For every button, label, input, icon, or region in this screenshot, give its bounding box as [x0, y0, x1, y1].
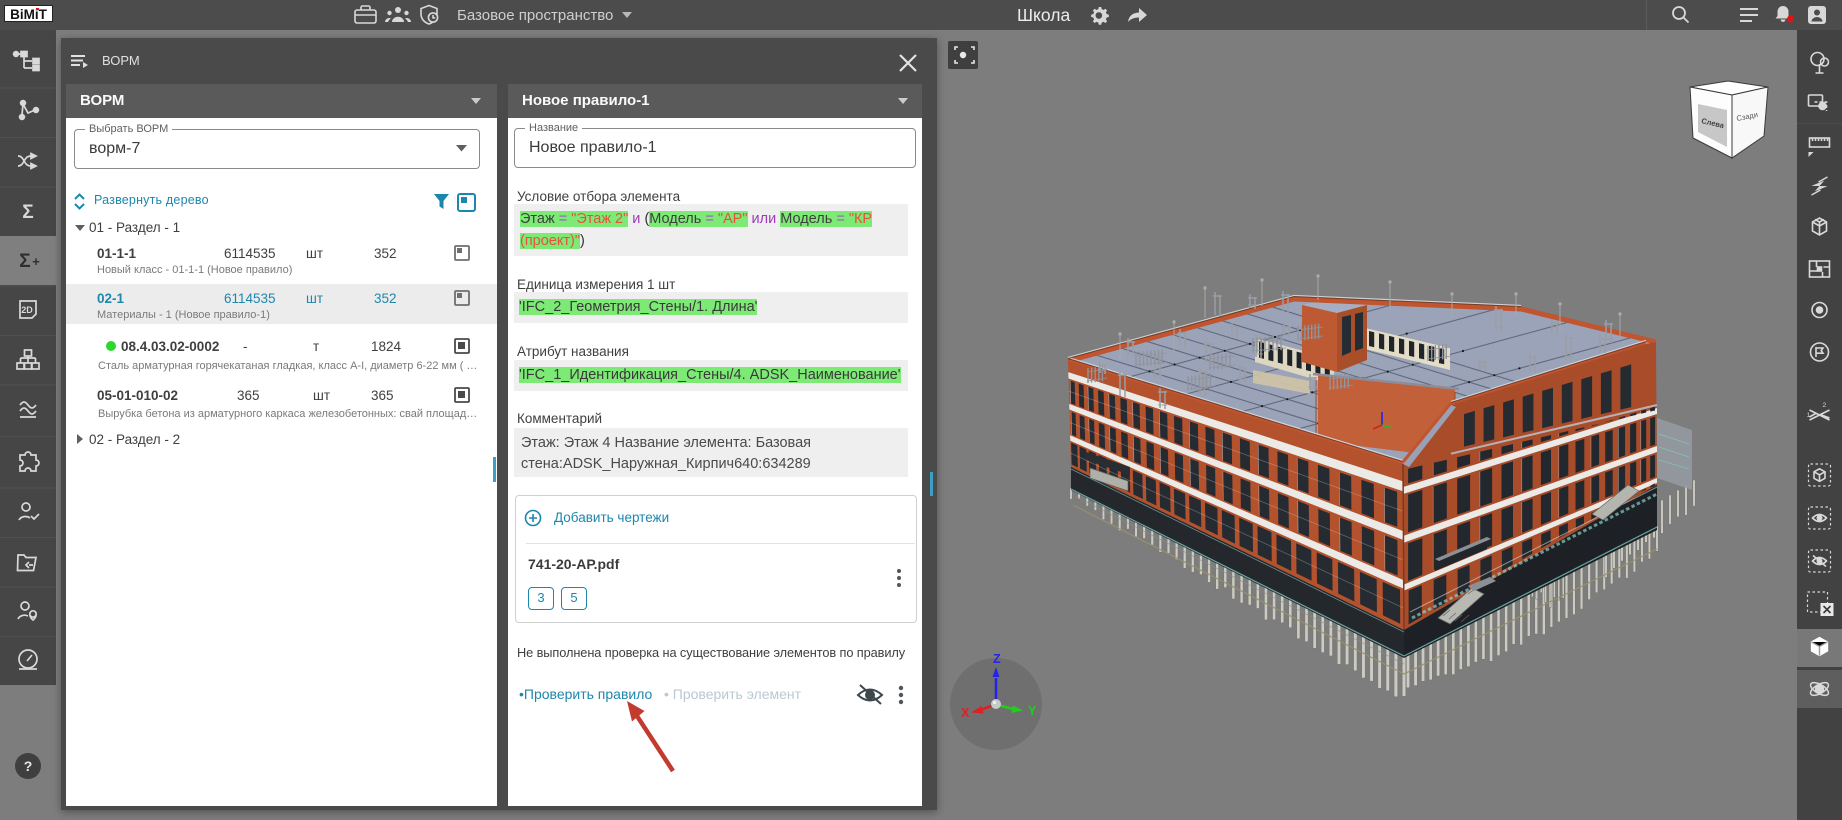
svg-text:1: 1	[1807, 412, 1811, 419]
svg-text:2D: 2D	[21, 305, 33, 315]
svg-text:Y: Y	[1028, 704, 1037, 718]
svg-text:X: X	[961, 706, 970, 720]
svg-text:2: 2	[1823, 402, 1827, 409]
svg-text:+: +	[32, 254, 40, 269]
svg-text:Школа: Школа	[1017, 5, 1070, 25]
svg-text:Базовое пространство: Базовое пространство	[457, 7, 613, 24]
svg-text:Z: Z	[993, 652, 1001, 666]
svg-text:Σ: Σ	[22, 202, 33, 223]
svg-text:Σ: Σ	[19, 251, 30, 272]
